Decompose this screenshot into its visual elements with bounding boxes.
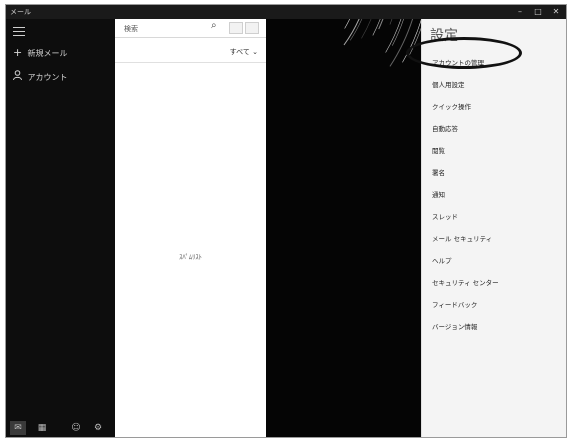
settings-item-trust-center[interactable]: セキュリティ センター	[432, 277, 499, 287]
window-title: メール	[10, 8, 31, 16]
settings-item-threads[interactable]: スレッド	[432, 211, 458, 221]
background-image	[266, 19, 421, 437]
calendar-icon[interactable]: ▦	[34, 421, 50, 435]
sync-button[interactable]	[229, 22, 243, 34]
star-trail	[361, 19, 372, 39]
settings-item-help[interactable]: ヘルプ	[432, 255, 452, 265]
minimize-button[interactable]: –	[511, 5, 529, 19]
settings-item-signature[interactable]: 署名	[432, 167, 445, 177]
select-mode-button[interactable]	[245, 22, 259, 34]
message-list-pane: 検索 ⌕ すべて ⌄ ｽﾊﾟﾑﾘｽﾄ	[115, 19, 266, 437]
divider	[115, 62, 266, 63]
star-trail	[372, 19, 381, 36]
app-switcher: ✉ ▦ ☺ ⚙	[6, 419, 115, 437]
settings-item-personalization[interactable]: 個人用設定	[432, 79, 465, 89]
settings-item-quick-actions[interactable]: クイック操作	[432, 101, 471, 111]
star-trail	[344, 19, 351, 29]
star-trail	[385, 19, 402, 53]
title-bar: メール – □ ✕	[6, 5, 566, 19]
search-icon[interactable]: ⌕	[211, 20, 217, 31]
settings-pane: 設定 アカウントの管理 個人用設定 クイック操作 自動応答 閲覧 署名 通知 ス…	[406, 19, 566, 437]
star-trail	[392, 19, 404, 46]
settings-item-reading[interactable]: 閲覧	[432, 145, 445, 155]
new-mail-label: 新規メール	[27, 49, 68, 58]
account-button[interactable]: アカウント	[13, 70, 68, 84]
new-mail-button[interactable]: + 新規メール	[13, 46, 68, 60]
mail-icon[interactable]: ✉	[10, 421, 26, 435]
settings-item-notifications[interactable]: 通知	[432, 189, 445, 199]
star-trails-picture	[343, 19, 421, 67]
empty-list-message: ｽﾊﾟﾑﾘｽﾄ	[179, 253, 202, 261]
settings-item-auto-reply[interactable]: 自動応答	[432, 123, 458, 133]
star-trail	[378, 19, 384, 30]
star-trail	[343, 19, 360, 46]
settings-item-feedback[interactable]: フィードバック	[432, 299, 477, 309]
plus-icon: +	[13, 46, 23, 59]
settings-icon[interactable]: ⚙	[90, 421, 106, 435]
star-trail	[389, 19, 393, 25]
people-icon[interactable]: ☺	[68, 421, 84, 435]
navigation-pane: + 新規メール アカウント ✉ ▦ ☺ ⚙	[6, 19, 115, 437]
hamburger-menu-icon[interactable]	[13, 27, 25, 36]
search-bar: 検索 ⌕	[115, 19, 266, 38]
account-label: アカウント	[27, 73, 68, 82]
filter-dropdown[interactable]: すべて ⌄	[230, 47, 258, 57]
settings-item-mail-security[interactable]: メール セキュリティ	[432, 233, 492, 243]
annotation-ellipse	[406, 37, 522, 69]
person-icon	[13, 70, 25, 84]
maximize-button[interactable]: □	[529, 5, 547, 19]
mail-app-window: メール – □ ✕ + 新規メール アカウント ✉ ▦ ☺ ⚙ 検索 ⌕ すべて…	[5, 4, 567, 438]
settings-item-about[interactable]: バージョン情報	[432, 321, 477, 331]
search-input[interactable]: 検索	[124, 24, 138, 34]
close-button[interactable]: ✕	[547, 5, 565, 19]
